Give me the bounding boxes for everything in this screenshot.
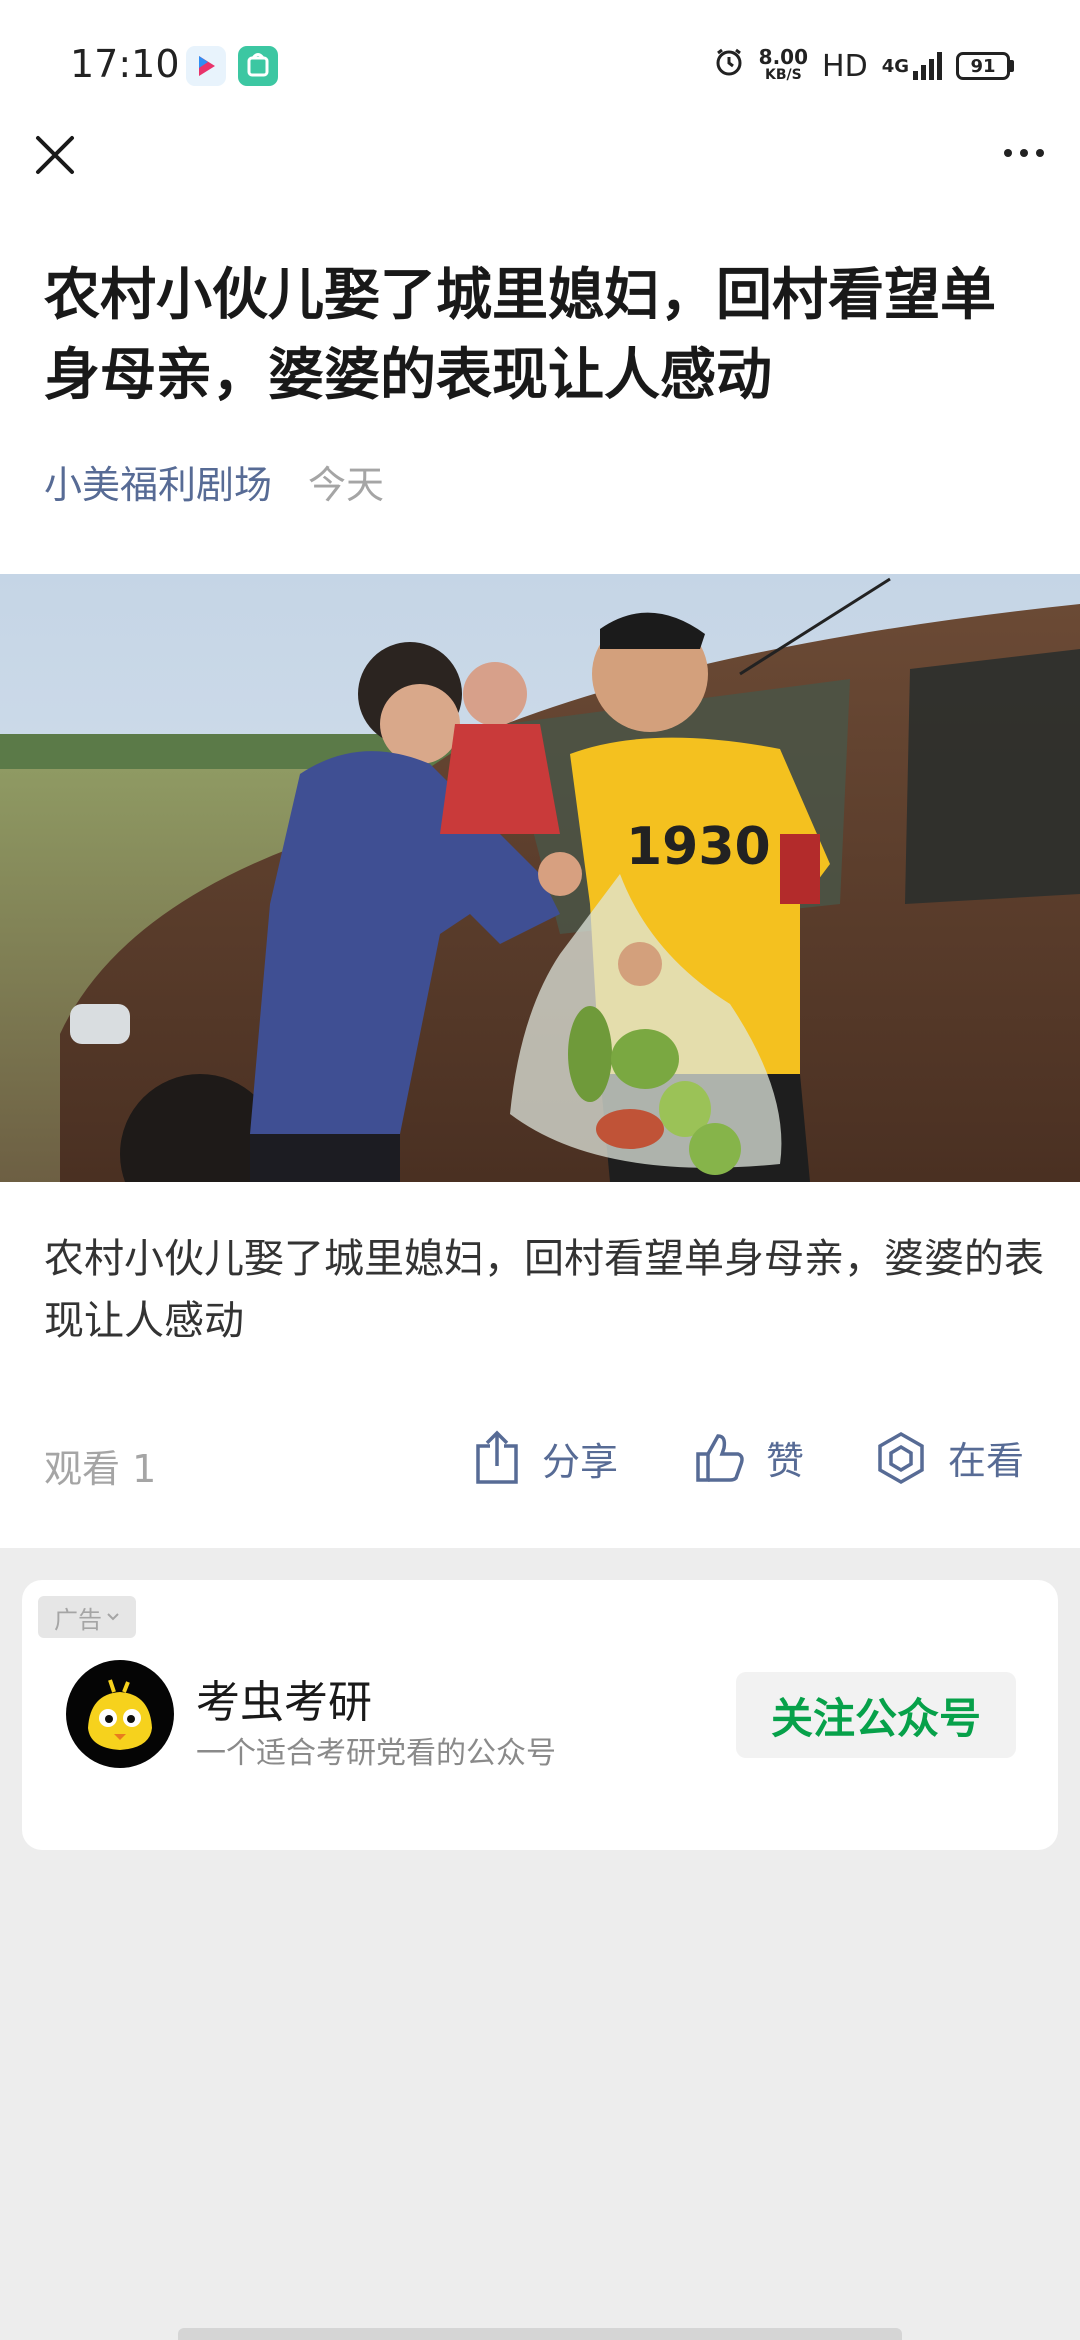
ad-account-name[interactable]: 考虫考研 xyxy=(196,1666,372,1730)
thumbs-up-icon xyxy=(696,1433,744,1482)
network-speed-unit: KB/S xyxy=(764,67,802,83)
battery-level: 91 xyxy=(956,52,1010,80)
publish-date: 今天 xyxy=(308,463,385,507)
more-options-icon[interactable] xyxy=(994,138,1054,168)
alarm-icon xyxy=(713,46,745,86)
ad-tag-label: 广告 xyxy=(54,1605,102,1634)
network-speed: 8.00 KB/S xyxy=(758,45,809,84)
video-app-icon xyxy=(186,46,226,86)
article-title: 农村小伙儿娶了城里媳妇，回村看望单身母亲，婆婆的表现让人感动 xyxy=(44,263,996,408)
ad-logo[interactable] xyxy=(66,1660,174,1768)
share-icon xyxy=(476,1430,518,1484)
jersey-number: 1930 xyxy=(626,817,771,877)
article-caption: 农村小伙儿娶了城里媳妇，回村看望单身母亲，婆婆的表现让人感动 xyxy=(44,1236,1044,1344)
home-indicator[interactable] xyxy=(178,2328,902,2340)
follow-account-button[interactable]: 关注公众号 xyxy=(736,1672,1016,1758)
watching-icon xyxy=(878,1431,924,1484)
watching-button[interactable]: 在看 xyxy=(874,1430,1024,1485)
ad-tag[interactable]: 广告 xyxy=(38,1596,136,1638)
battery-icon: 91 xyxy=(956,52,1014,80)
network-type: 4G xyxy=(881,55,909,77)
watching-label: 在看 xyxy=(948,1439,1025,1483)
status-time: 17:10 xyxy=(70,42,180,86)
signal-icon xyxy=(913,52,942,80)
status-right-group: 8.00 KB/S HD 4G 91 xyxy=(713,46,1014,86)
status-bar: 17:10 8.00 KB/S HD 4G 91 xyxy=(0,0,1080,130)
shopping-app-icon xyxy=(238,46,278,86)
author-link[interactable]: 小美福利剧场 xyxy=(44,454,272,509)
nav-bar xyxy=(0,130,1080,190)
ad-account-description: 一个适合考研党看的公众号 xyxy=(196,1736,556,1771)
network-speed-value: 8.00 xyxy=(758,45,809,69)
close-icon[interactable] xyxy=(30,130,80,180)
share-button[interactable]: 分享 xyxy=(472,1430,618,1486)
ad-card[interactable]: 广告 考虫考研 一个适合考研党看的公众号 关注公众号 xyxy=(22,1580,1058,1850)
like-button[interactable]: 赞 xyxy=(694,1430,804,1485)
share-label: 分享 xyxy=(542,1439,619,1484)
view-count: 观看 1 xyxy=(44,1447,157,1491)
article-meta: 小美福利剧场 今天 xyxy=(44,454,384,509)
chevron-down-icon xyxy=(107,1613,119,1621)
action-bar: 观看 1 分享 赞 在看 xyxy=(0,1420,1080,1500)
cover-image[interactable]: 1930 xyxy=(0,574,1080,1182)
like-label: 赞 xyxy=(766,1439,805,1483)
hd-indicator: HD xyxy=(822,48,868,84)
